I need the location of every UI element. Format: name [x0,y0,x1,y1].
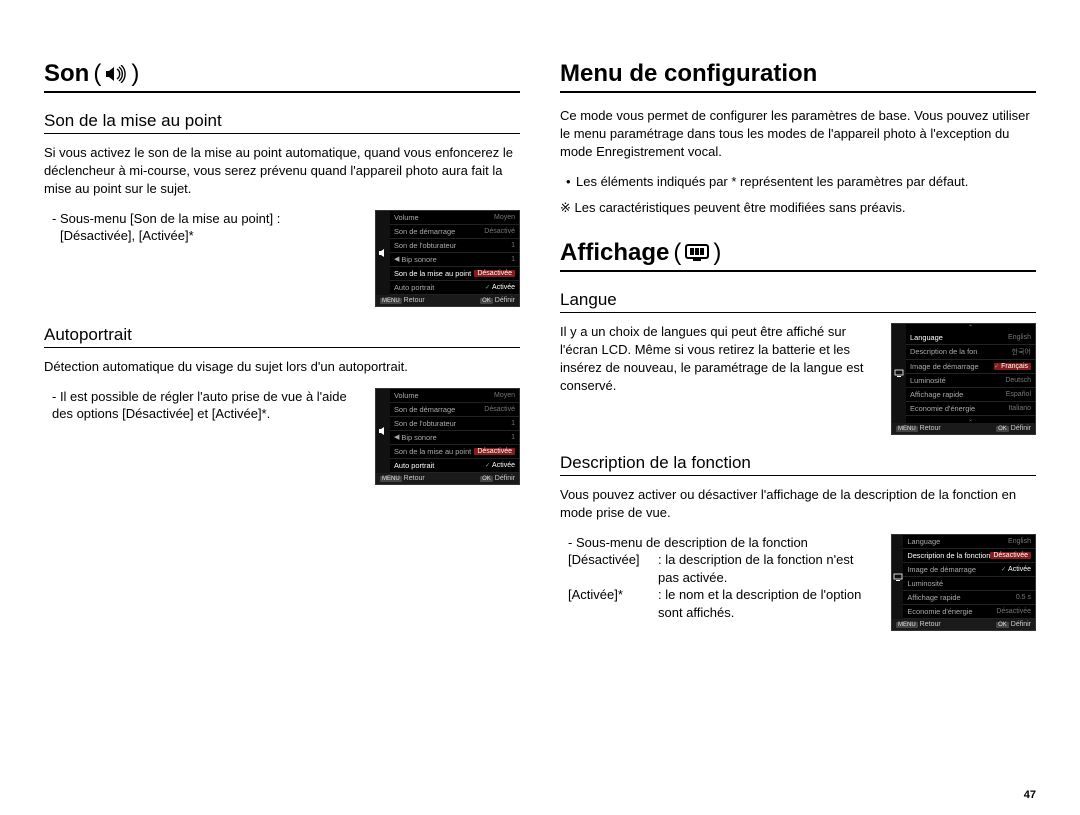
camera-screenshot-autoportrait: VolumeMoyen Son de démarrageDésactivé So… [375,388,520,485]
speaker-icon [376,389,390,473]
def-val-activee: : le nom et la description de l'option s… [658,586,877,621]
left-column: Son ( ) Son de la mise au point Si vous … [44,60,520,631]
subheading-mise-au-point: Son de la mise au point [44,111,520,134]
body-description-fonction: Vous pouvez activer ou désactiver l'affi… [560,486,1036,522]
submenu-intro: - Sous-menu de description de la fonctio… [568,534,877,552]
display-icon [892,324,906,423]
submenu-text-mise-au-point: - Sous-menu [Son de la mise au point] : … [44,210,361,245]
right-column: Menu de configuration Ce mode vous perme… [560,60,1036,631]
speaker-icon [105,65,127,83]
submenu-text-description: - Sous-menu de description de la fonctio… [560,534,877,622]
heading-son-text: Son [44,60,89,88]
body-config: Ce mode vous permet de configurer les pa… [560,107,1036,161]
submenu-text-autoportrait: - Il est possible de régler l'auto prise… [44,388,361,423]
body-autoportrait: Détection automatique du visage du sujet… [44,358,520,376]
note-characteristics: ※ Les caractéristiques peuvent être modi… [560,199,1036,217]
camera-screenshot-description: LanguageEnglish Description de la foncti… [891,534,1036,631]
subheading-autoportrait: Autoportrait [44,325,520,348]
def-key-desactivee: [Désactivée] [568,551,658,586]
page-number: 47 [1024,789,1036,801]
def-val-desactivee: : la description de la fonction n'est pa… [658,551,877,586]
submenu-label: - Sous-menu [Son de la mise au point] : [52,210,361,228]
camera-screenshot-sound-focus: VolumeMoyen Son de démarrageDésactivé So… [375,210,520,307]
display-icon [892,535,903,619]
subheading-description-fonction: Description de la fonction [560,453,1036,476]
speaker-icon [376,211,390,295]
display-icon [685,244,709,262]
paren-open: ( [673,239,681,267]
heading-menu-config: Menu de configuration [560,60,1036,93]
paren-close: ) [131,60,139,88]
camera-screenshot-langue: ⌃ LanguageEnglish Description de la fon한… [891,323,1036,435]
paren-open: ( [93,60,101,88]
body-mise-au-point: Si vous activez le son de la mise au poi… [44,144,520,198]
subheading-langue: Langue [560,290,1036,313]
def-key-activee: [Activée]* [568,586,658,621]
heading-affichage: Affichage ( ) [560,239,1036,272]
body-langue: Il y a un choix de langues qui peut être… [560,323,877,395]
heading-affichage-text: Affichage [560,239,669,267]
bullet-default-params: Les éléments indiqués par * représentent… [566,173,1036,191]
paren-close: ) [713,239,721,267]
submenu-options: [Désactivée], [Activée]* [52,227,361,245]
heading-son: Son ( ) [44,60,520,93]
